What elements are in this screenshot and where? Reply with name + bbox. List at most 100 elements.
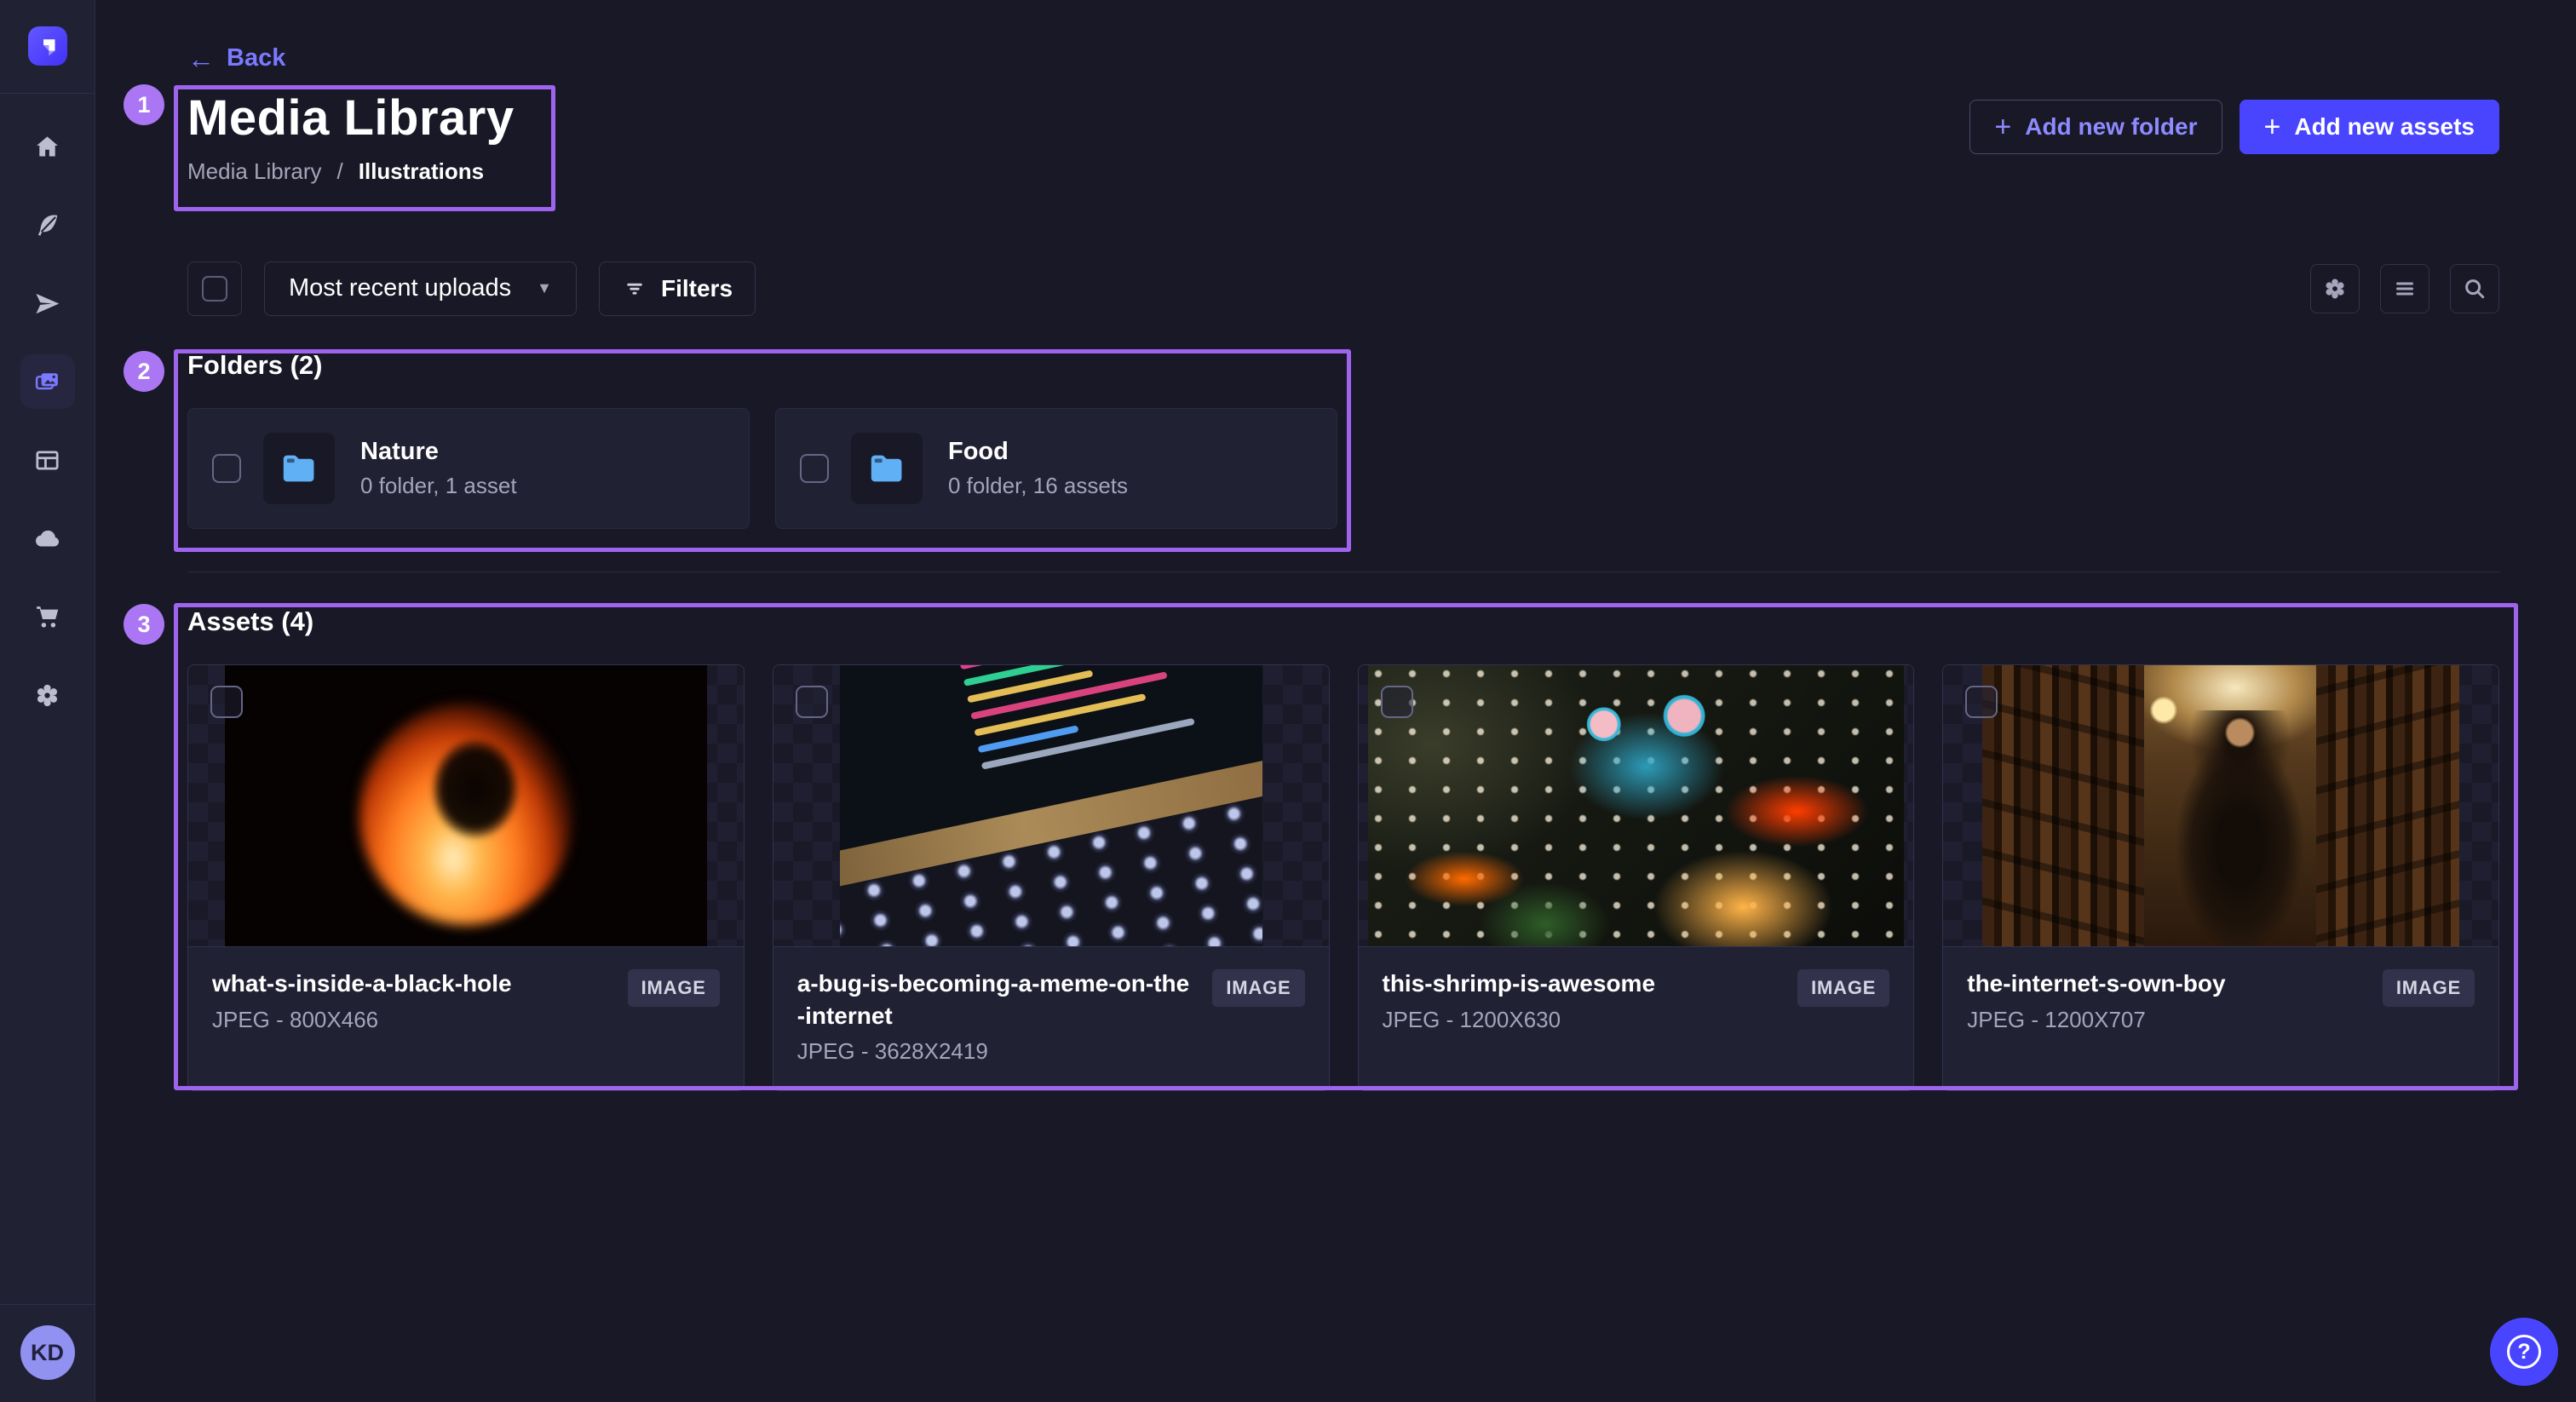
asset-meta: JPEG - 3628X2419 — [797, 1038, 1196, 1065]
sidebar-item-releases[interactable] — [20, 276, 75, 330]
breadcrumb-root[interactable]: Media Library — [187, 158, 322, 185]
avatar[interactable]: KD — [20, 1325, 75, 1380]
folder-meta: 0 folder, 1 asset — [360, 473, 517, 499]
strapi-logo-icon — [33, 32, 62, 60]
asset-image-black-hole — [225, 665, 707, 946]
folders-row: Nature 0 folder, 1 asset Food 0 folder, … — [187, 408, 2499, 529]
asset-image-mantis-shrimp — [1368, 665, 1904, 946]
cart-icon — [33, 603, 61, 631]
assets-grid: what-s-inside-a-black-hole JPEG - 800X46… — [187, 664, 2499, 1092]
asset-thumbnail — [1943, 665, 2498, 946]
filters-label: Filters — [661, 275, 733, 302]
asset-card-black-hole[interactable]: what-s-inside-a-black-hole JPEG - 800X46… — [187, 664, 745, 1092]
asset-checkbox[interactable] — [796, 686, 828, 718]
sidebar-item-home[interactable] — [20, 119, 75, 174]
select-all-checkbox-wrap[interactable] — [187, 261, 242, 316]
paper-plane-icon — [33, 290, 61, 318]
folder-text: Food 0 folder, 16 assets — [948, 438, 1128, 499]
list-icon — [2392, 276, 2418, 302]
add-new-assets-button[interactable]: + Add new assets — [2240, 100, 2500, 154]
sidebar-item-marketplace[interactable] — [20, 589, 75, 644]
asset-checkbox[interactable] — [1965, 686, 1998, 718]
cloud-icon — [33, 525, 61, 553]
toolbar-left: Most recent uploads ▼ Filters — [187, 261, 756, 316]
media-library-page: KD ← Back Media Library Media Library / … — [0, 0, 2576, 1402]
sidebar-item-media-library[interactable] — [20, 354, 75, 409]
main-content: ← Back Media Library Media Library / Ill… — [95, 0, 2576, 1402]
asset-meta: JPEG - 800X466 — [212, 1007, 611, 1033]
sidebar-item-content-manager[interactable] — [20, 198, 75, 252]
folder-name: Food — [948, 438, 1128, 466]
asset-card-laptop-code[interactable]: a-bug-is-becoming-a-meme-on-the-internet… — [773, 664, 1330, 1092]
feather-icon — [33, 211, 61, 239]
asset-type-badge: IMAGE — [2383, 969, 2475, 1007]
asset-text: the-internet-s-own-boy JPEG - 1200X707 — [1967, 968, 2366, 1033]
sidebar-bottom: KD — [0, 1304, 95, 1402]
folder-checkbox[interactable] — [800, 454, 829, 483]
select-all-checkbox[interactable] — [202, 276, 227, 302]
breadcrumb-current: Illustrations — [359, 158, 484, 185]
search-button[interactable] — [2450, 264, 2499, 313]
asset-thumbnail — [773, 665, 1329, 946]
header-row: Media Library Media Library / Illustrati… — [187, 93, 2499, 185]
person-figure — [2173, 710, 2307, 946]
folder-card-nature[interactable]: Nature 0 folder, 1 asset — [187, 408, 750, 529]
asset-meta: JPEG - 1200X630 — [1383, 1007, 1781, 1033]
asset-info: this-shrimp-is-awesome JPEG - 1200X630 I… — [1359, 946, 1914, 1067]
help-button[interactable]: ? — [2490, 1318, 2558, 1386]
asset-card-shrimp[interactable]: this-shrimp-is-awesome JPEG - 1200X630 I… — [1358, 664, 1915, 1092]
asset-type-badge: IMAGE — [1212, 969, 1304, 1007]
back-link[interactable]: ← Back — [187, 44, 285, 72]
plus-icon: + — [2264, 112, 2281, 141]
bookshelf-left — [1982, 665, 2144, 946]
asset-title: what-s-inside-a-black-hole — [212, 968, 611, 1000]
asset-text: what-s-inside-a-black-hole JPEG - 800X46… — [212, 968, 611, 1033]
settings-icon — [2322, 276, 2348, 302]
back-label: Back — [227, 44, 285, 72]
sidebar-divider — [0, 93, 95, 94]
page-title: Media Library — [187, 93, 515, 145]
asset-card-library-portrait[interactable]: the-internet-s-own-boy JPEG - 1200X707 I… — [1942, 664, 2499, 1092]
sidebar-item-content-type-builder[interactable] — [20, 433, 75, 487]
toolbar: Most recent uploads ▼ Filters — [187, 261, 2499, 316]
folder-icon — [279, 449, 319, 488]
filter-icon — [622, 276, 647, 302]
folder-checkbox[interactable] — [212, 454, 241, 483]
folder-text: Nature 0 folder, 1 asset — [360, 438, 517, 499]
asset-title: this-shrimp-is-awesome — [1383, 968, 1781, 1000]
filters-button[interactable]: Filters — [599, 261, 756, 316]
add-new-folder-button[interactable]: + Add new folder — [1969, 100, 2222, 154]
header-actions: + Add new folder + Add new assets — [1969, 100, 2499, 154]
asset-checkbox[interactable] — [1381, 686, 1413, 718]
bookshelf-right — [2316, 665, 2459, 946]
asset-text: this-shrimp-is-awesome JPEG - 1200X630 — [1383, 968, 1781, 1033]
asset-info: what-s-inside-a-black-hole JPEG - 800X46… — [188, 946, 744, 1067]
asset-checkbox[interactable] — [210, 686, 243, 718]
sort-dropdown[interactable]: Most recent uploads ▼ — [264, 261, 577, 316]
asset-thumbnail — [1359, 665, 1914, 946]
asset-thumbnail — [188, 665, 744, 946]
asset-info: the-internet-s-own-boy JPEG - 1200X707 I… — [1943, 946, 2498, 1067]
plus-icon: + — [1994, 112, 2011, 141]
folders-heading: Folders (2) — [187, 350, 2499, 381]
folder-card-food[interactable]: Food 0 folder, 16 assets — [775, 408, 1337, 529]
sidebar-nav — [20, 119, 75, 722]
sidebar-divider — [0, 1304, 95, 1305]
sidebar: KD — [0, 0, 95, 1402]
asset-type-badge: IMAGE — [1797, 969, 1889, 1007]
list-view-button[interactable] — [2380, 264, 2429, 313]
title-block: Media Library Media Library / Illustrati… — [187, 93, 515, 185]
strapi-logo[interactable] — [28, 26, 67, 66]
layout-icon — [33, 446, 61, 474]
back-arrow-icon: ← — [187, 45, 215, 72]
asset-title: a-bug-is-becoming-a-meme-on-the-internet — [797, 968, 1196, 1032]
add-new-assets-label: Add new assets — [2294, 113, 2475, 141]
sidebar-item-settings[interactable] — [20, 668, 75, 722]
asset-image-laptop-code — [840, 665, 1262, 946]
media-settings-button[interactable] — [2310, 264, 2360, 313]
sidebar-item-cloud[interactable] — [20, 511, 75, 566]
folder-tile — [263, 433, 335, 504]
chevron-down-icon: ▼ — [537, 279, 552, 297]
folder-name: Nature — [360, 438, 517, 466]
folder-tile — [851, 433, 923, 504]
